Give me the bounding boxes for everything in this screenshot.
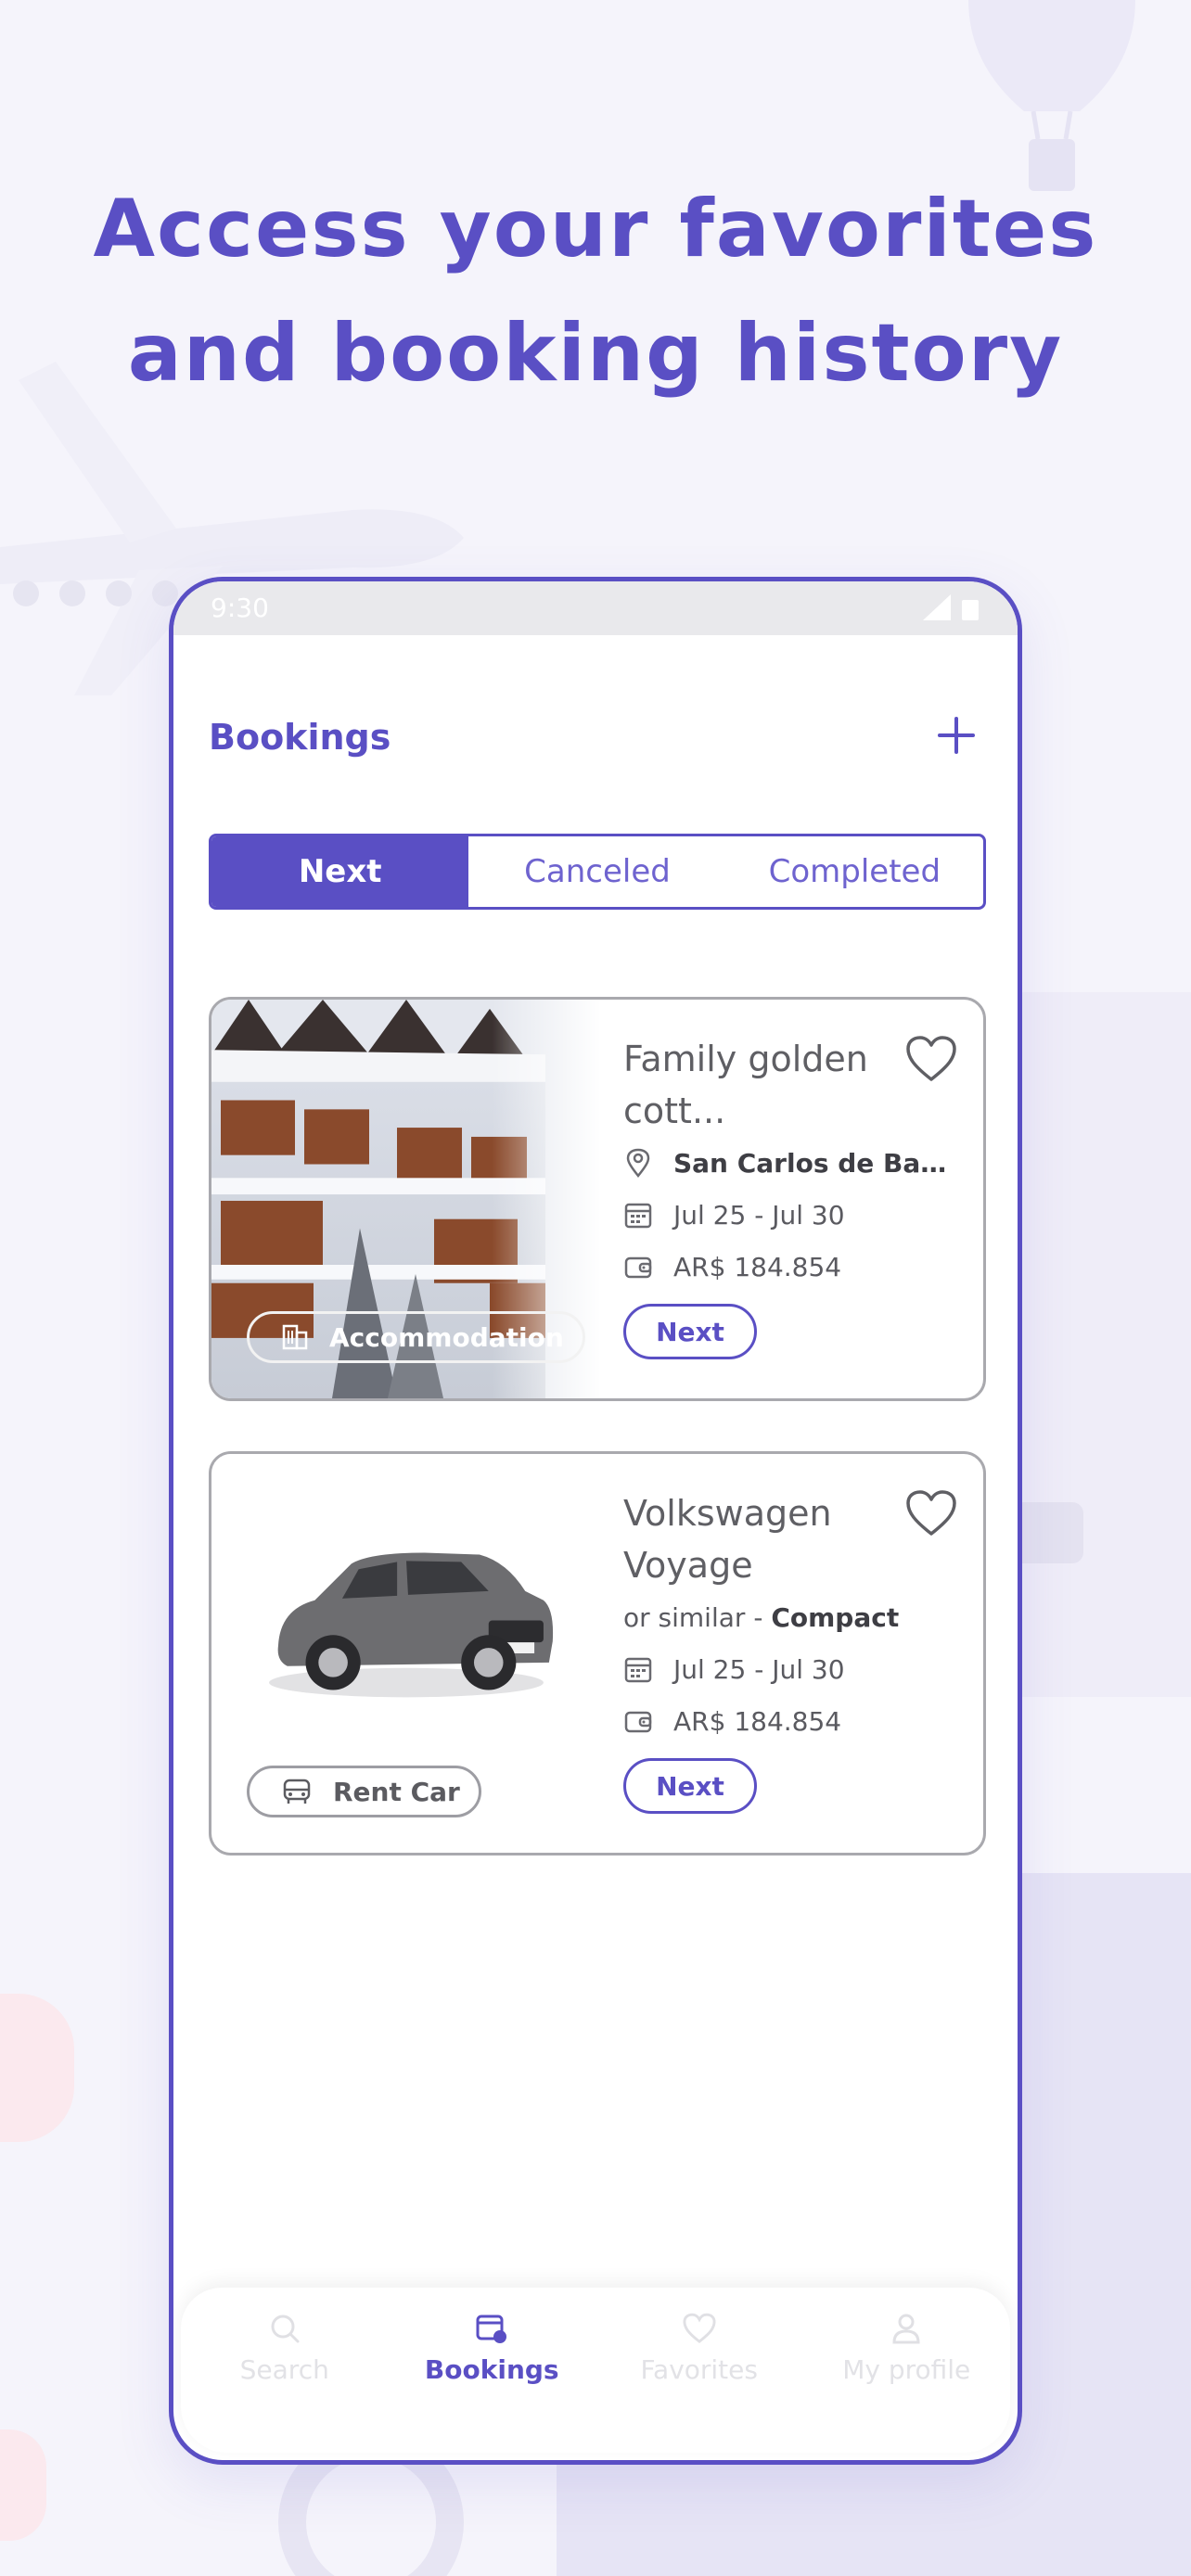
- window-dots-decoration: [13, 580, 178, 606]
- car-icon: [283, 1779, 311, 1804]
- tab-next[interactable]: Next: [211, 836, 469, 907]
- nav-label: Search: [239, 2354, 329, 2385]
- price-text: AR$ 184.854: [673, 1705, 842, 1737]
- background-block: [1020, 992, 1191, 1697]
- card-details: Volkswagen Voyage or similar - Compact J…: [623, 1487, 976, 1814]
- price-text: AR$ 184.854: [673, 1251, 842, 1282]
- promo-headline: Access your favorites and booking histor…: [0, 167, 1191, 415]
- user-icon: [892, 2314, 920, 2344]
- location-pin-icon: [626, 1148, 650, 1178]
- car-class-row: or similar - Compact: [623, 1591, 976, 1643]
- headline-line-1: Access your favorites: [93, 183, 1098, 275]
- status-bar: 9:30: [173, 581, 1018, 635]
- background-accent: [0, 1994, 74, 2142]
- booking-card-accommodation[interactable]: Accommodation Family golden cott... San …: [209, 997, 986, 1401]
- calendar-icon: [624, 1203, 652, 1229]
- search-icon: [271, 2315, 300, 2343]
- favorite-heart-icon[interactable]: [905, 1489, 957, 1537]
- location-text: San Carlos de Baril...: [673, 1147, 952, 1179]
- similar-prefix: or similar -: [623, 1601, 772, 1633]
- dates-row: Jul 25 - Jul 30: [623, 1189, 976, 1241]
- price-row: AR$ 184.854: [623, 1695, 976, 1747]
- status-next-button[interactable]: Next: [623, 1304, 757, 1359]
- location-row: San Carlos de Baril...: [623, 1137, 976, 1189]
- calendar-icon: [476, 2315, 507, 2343]
- background-accent: [0, 2429, 46, 2541]
- building-icon: [282, 1324, 308, 1350]
- nav-item-favorites[interactable]: Favorites: [596, 2288, 803, 2453]
- card-details: Family golden cott... San Carlos de Bari…: [623, 1033, 976, 1359]
- tab-completed[interactable]: Completed: [726, 836, 983, 907]
- signal-battery-icon: [923, 594, 979, 620]
- tab-canceled[interactable]: Canceled: [468, 836, 725, 907]
- booking-title: Volkswagen Voyage: [623, 1493, 832, 1586]
- phone-frame: 9:30 Bookings Next Canceled Completed Ac…: [169, 577, 1022, 2465]
- booking-card-rent-car[interactable]: Rent Car Volkswagen Voyage or similar - …: [209, 1451, 986, 1855]
- category-tag-label: Rent Car: [333, 1776, 460, 1807]
- dates-text: Jul 25 - Jul 30: [673, 1199, 845, 1231]
- car-class: Compact: [771, 1601, 900, 1633]
- calendar-icon: [624, 1657, 652, 1683]
- headline-line-2: and booking history: [127, 307, 1064, 400]
- dates-text: Jul 25 - Jul 30: [673, 1653, 845, 1685]
- nav-item-search[interactable]: Search: [181, 2288, 389, 2453]
- heart-icon: [683, 2313, 716, 2343]
- status-time: 9:30: [211, 593, 269, 623]
- nav-label: Bookings: [424, 2354, 559, 2385]
- bookings-tab-bar: Next Canceled Completed: [209, 834, 986, 910]
- nav-label: Favorites: [640, 2354, 758, 2385]
- booking-title: Family golden cott...: [623, 1039, 868, 1131]
- favorite-heart-icon[interactable]: [905, 1035, 957, 1083]
- category-tag-label: Accommodation: [329, 1321, 564, 1353]
- nav-item-bookings[interactable]: Bookings: [389, 2288, 596, 2453]
- category-tag: Accommodation: [247, 1311, 585, 1363]
- price-row: AR$ 184.854: [623, 1241, 976, 1293]
- nav-label: My profile: [842, 2354, 971, 2385]
- plus-icon[interactable]: [936, 715, 977, 756]
- nav-item-my-profile[interactable]: My profile: [803, 2288, 1011, 2453]
- category-tag: Rent Car: [247, 1766, 481, 1817]
- bottom-navigation: Search Bookings Favorites My profile: [181, 2288, 1010, 2453]
- dates-row: Jul 25 - Jul 30: [623, 1643, 976, 1695]
- wallet-icon: [624, 1256, 652, 1279]
- page-title: Bookings: [209, 717, 391, 758]
- wallet-icon: [624, 1711, 652, 1733]
- status-next-button[interactable]: Next: [623, 1758, 757, 1814]
